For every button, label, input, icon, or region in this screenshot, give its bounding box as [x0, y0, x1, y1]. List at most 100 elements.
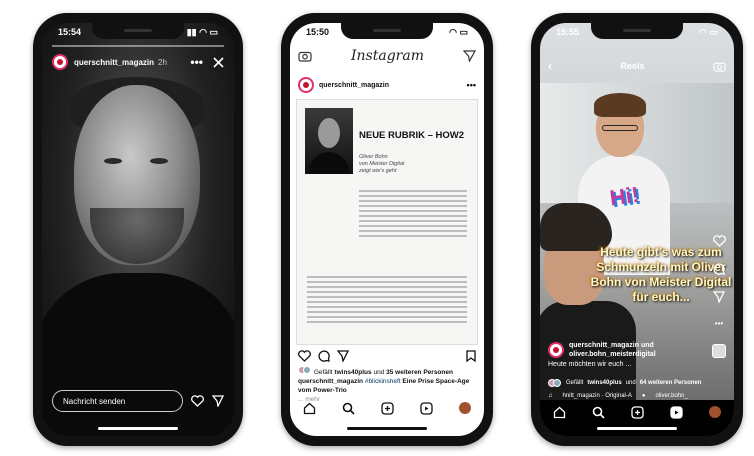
liked-count[interactable]: 64 weiteren Personen [640, 380, 702, 386]
reel-user-primary[interactable]: querschnitt_magazin und [569, 342, 654, 349]
new-post-icon[interactable] [631, 406, 644, 419]
reel-likes-line: Gefällt twins40plus und 64 weiteren Pers… [548, 379, 708, 387]
camera-icon[interactable] [298, 50, 312, 62]
liked-user[interactable]: twins40plus [334, 369, 371, 376]
video-person-glasses [602, 125, 638, 131]
search-icon[interactable] [342, 402, 355, 415]
liked-prefix: Gefällt [566, 380, 584, 386]
magazine-text-block [359, 190, 467, 240]
tagged-user[interactable]: oliver.bohn_ [656, 393, 688, 399]
story-progress-bar [52, 45, 224, 47]
reels-title: Reels [620, 61, 645, 71]
liked-mid: und [373, 369, 385, 376]
phone-story: 15:54 ▮▮ ◠ ▭ querschnitt_magazin 2h ••• … [33, 13, 243, 446]
caption-hashtag[interactable]: #blickinsheft [365, 378, 401, 385]
story-age: 2h [158, 57, 167, 67]
story-account-name[interactable]: querschnitt_magazin [74, 58, 154, 67]
audio-thumbnail[interactable] [712, 344, 726, 358]
reel-description[interactable]: Heute möchten wir euch ... [548, 361, 708, 368]
magazine-portrait [305, 108, 353, 174]
reels-header: ‹ Reels [548, 59, 726, 73]
magazine-text-block-lower [307, 276, 467, 326]
search-icon[interactable] [592, 406, 605, 419]
more-options-icon[interactable]: ••• [190, 55, 203, 69]
customer-hair [540, 203, 612, 251]
caption-line: querschnitt_magazin #blickinsheft Eine P… [298, 377, 476, 395]
caption-user[interactable]: querschnitt_magazin [298, 378, 363, 385]
status-bar: 15:54 ▮▮ ◠ ▭ [58, 27, 218, 39]
magazine-subtitle-line: Oliver Bohn [359, 154, 388, 160]
post-actions [298, 349, 476, 363]
magazine-subtitle-line: von Meister Digital [359, 161, 405, 167]
heart-icon[interactable] [191, 395, 204, 407]
bottom-nav [290, 396, 484, 436]
reels-icon[interactable] [420, 402, 433, 415]
hi-sticker: Hi! [608, 181, 641, 211]
portrait-eye-right [150, 158, 168, 164]
instagram-header: Instagram [298, 45, 476, 67]
liker-avatars [298, 366, 312, 374]
story-screen: 15:54 ▮▮ ◠ ▭ querschnitt_magazin 2h ••• … [42, 23, 234, 436]
liker-avatars [548, 379, 562, 387]
message-input[interactable]: Nachricht senden [52, 390, 183, 412]
post-account-name[interactable]: querschnitt_magazin [319, 82, 389, 89]
liked-count[interactable]: 35 weiteren Personen [386, 369, 453, 376]
close-icon[interactable] [213, 56, 224, 68]
tag-person-icon: ● [641, 393, 646, 399]
reel-users[interactable]: querschnitt_magazin und oliver.bohn_meis… [569, 341, 656, 359]
story-reply-bar: Nachricht senden [52, 390, 224, 412]
status-icons: ◠ ▭ [699, 27, 718, 37]
audio-track[interactable]: hnitt_magazin · Original-A [563, 393, 632, 399]
post-image[interactable]: NEUE RUBRIK – HOW2 Oliver Bohn von Meist… [296, 99, 478, 345]
status-icons: ▮▮ ◠ ▭ [186, 27, 218, 37]
home-indicator [98, 427, 178, 430]
reel-audio-line: ♫ hnitt_magazin · Original-A ● oliver.bo… [548, 393, 708, 399]
comment-icon[interactable] [318, 350, 330, 362]
camera-icon[interactable] [713, 61, 726, 72]
account-avatar[interactable] [298, 77, 314, 93]
music-note-icon: ♫ [548, 393, 553, 399]
phone-feed: 15:50 ◠ ▭ Instagram querschnitt_magazin … [281, 13, 493, 446]
status-bar: 15:55 ◠ ▭ [556, 27, 718, 39]
reels-screen: 15:55 ◠ ▭ ‹ Reels Hi! Heute gibt’s was z… [540, 23, 734, 436]
comment-icon[interactable] [713, 263, 725, 275]
home-indicator [347, 427, 427, 430]
liked-prefix: Gefällt [313, 369, 333, 376]
home-indicator [597, 427, 677, 430]
home-icon[interactable] [303, 402, 316, 415]
more-options-icon[interactable]: ••• [467, 80, 476, 90]
likes-line: Gefällt twins40plus und 35 weiteren Pers… [298, 366, 476, 377]
reel-side-actions: ••• [712, 235, 726, 358]
profile-avatar[interactable] [459, 402, 471, 414]
share-icon[interactable] [713, 291, 725, 303]
feed-screen: 15:50 ◠ ▭ Instagram querschnitt_magazin … [290, 23, 484, 436]
instagram-logo: Instagram [351, 48, 424, 64]
like-heart-icon[interactable] [712, 235, 726, 247]
bookmark-icon[interactable] [466, 350, 476, 362]
new-post-icon[interactable] [381, 402, 394, 415]
more-options-icon[interactable]: ••• [715, 319, 723, 328]
liked-user[interactable]: twins40plus [587, 380, 621, 386]
bottom-nav [540, 400, 734, 436]
account-avatar[interactable] [52, 54, 68, 70]
profile-avatar[interactable] [709, 406, 721, 418]
post-header: querschnitt_magazin ••• [298, 77, 476, 93]
account-avatar[interactable] [548, 342, 564, 358]
portrait-eye-left [104, 158, 122, 164]
status-time: 15:55 [556, 27, 580, 37]
magazine-headline: NEUE RUBRIK – HOW2 [359, 130, 465, 141]
home-icon[interactable] [553, 406, 566, 419]
status-time: 15:50 [306, 27, 330, 37]
magazine-subtitle: Oliver Bohn von Meister Digital zeigt wi… [359, 154, 469, 175]
share-icon[interactable] [337, 350, 349, 362]
send-icon[interactable] [212, 395, 224, 407]
reels-icon[interactable] [670, 406, 683, 419]
liked-mid: und [625, 380, 636, 386]
like-heart-icon[interactable] [298, 350, 311, 362]
direct-message-icon[interactable] [462, 50, 476, 62]
status-time: 15:54 [58, 27, 82, 37]
status-icons: ◠ ▭ [449, 27, 468, 37]
back-icon[interactable]: ‹ [548, 59, 552, 73]
reel-user-collab[interactable]: oliver.bohn_meisterdigital [569, 351, 656, 358]
magazine-subtitle-line: zeigt wie’s geht [359, 168, 397, 174]
